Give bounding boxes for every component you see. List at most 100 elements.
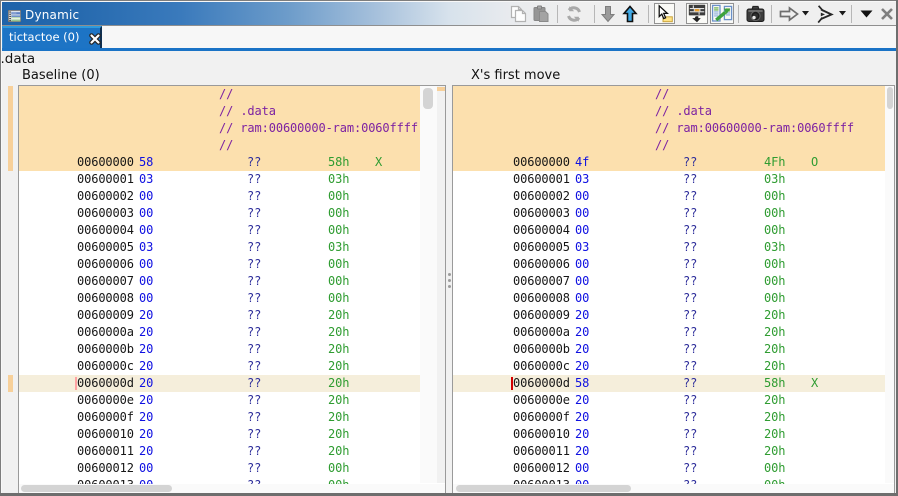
value-field[interactable]: 20h — [328, 443, 349, 460]
listing-row[interactable]: 0060000b20??20h — [19, 341, 420, 358]
address-field[interactable]: 0060000b — [77, 341, 134, 358]
horizontal-scrollbar[interactable] — [19, 484, 445, 493]
listing-row[interactable]: 0060000920??20h — [19, 307, 420, 324]
mnemonic-field[interactable]: ?? — [247, 324, 261, 341]
address-field[interactable]: 00600013 — [513, 477, 570, 484]
vertical-scrollbar-thumb[interactable] — [887, 87, 893, 109]
value-field[interactable]: 03h — [764, 239, 785, 256]
value-field[interactable]: 20h — [764, 324, 785, 341]
address-field[interactable]: 00600013 — [77, 477, 134, 484]
value-field[interactable]: 00h — [328, 290, 349, 307]
mnemonic-field[interactable]: ?? — [247, 154, 261, 171]
address-field[interactable]: 00600004 — [513, 222, 570, 239]
mnemonic-field[interactable]: ?? — [683, 324, 697, 341]
value-field[interactable]: 20h — [328, 358, 349, 375]
mnemonic-field[interactable]: ?? — [683, 409, 697, 426]
byte-field[interactable]: 20 — [575, 392, 589, 409]
mnemonic-field[interactable]: ?? — [683, 154, 697, 171]
mnemonic-field[interactable]: ?? — [683, 460, 697, 477]
value-field[interactable]: 20h — [328, 426, 349, 443]
address-field[interactable]: 00600006 — [513, 256, 570, 273]
value-field[interactable]: 20h — [764, 307, 785, 324]
value-field[interactable]: 20h — [764, 341, 785, 358]
byte-field[interactable]: 00 — [575, 460, 589, 477]
listing-row[interactable]: 0060000b20??20h — [453, 341, 885, 358]
listing-row[interactable]: 0060001020??20h — [453, 426, 885, 443]
listing-comment-line[interactable]: // — [19, 86, 420, 103]
listing-row[interactable]: 0060000920??20h — [453, 307, 885, 324]
mnemonic-field[interactable]: ?? — [683, 256, 697, 273]
address-field[interactable]: 0060000f — [513, 409, 570, 426]
value-field[interactable]: 4Fh — [764, 154, 785, 171]
listing-diff-button[interactable] — [710, 3, 734, 24]
listing-row[interactable]: 0060000f20??20h — [19, 409, 420, 426]
value-field[interactable]: 20h — [764, 358, 785, 375]
byte-field[interactable]: 00 — [139, 256, 153, 273]
byte-field[interactable]: 20 — [139, 341, 153, 358]
value-field[interactable]: 00h — [328, 205, 349, 222]
mnemonic-field[interactable]: ?? — [247, 392, 261, 409]
listing-row[interactable]: 0060000300??00h — [19, 205, 420, 222]
table-navigation-button[interactable] — [686, 3, 708, 24]
listing-row[interactable]: 00600000 4f?? 4Fh O — [453, 154, 885, 171]
address-field[interactable]: 00600000 — [513, 154, 570, 171]
address-field[interactable]: 00600008 — [513, 290, 570, 307]
address-field[interactable]: 00600003 — [513, 205, 570, 222]
close-window-icon[interactable] — [876, 3, 898, 24]
mnemonic-field[interactable]: ?? — [247, 205, 261, 222]
byte-field[interactable]: 20 — [139, 307, 153, 324]
listing-row[interactable]: 0060000103??03h — [453, 171, 885, 188]
byte-field[interactable]: 20 — [139, 375, 153, 392]
address-field[interactable]: 00600011 — [513, 443, 570, 460]
byte-field[interactable]: 20 — [575, 324, 589, 341]
byte-field[interactable]: 4f — [575, 154, 589, 171]
mnemonic-field[interactable]: ?? — [247, 460, 261, 477]
byte-field[interactable]: 58 — [139, 154, 153, 171]
listing-row[interactable]: 0060000f20??20h — [453, 409, 885, 426]
listing-row[interactable]: 0060000800??00h — [19, 290, 420, 307]
listing-row[interactable]: 0060000503??03h — [19, 239, 420, 256]
byte-field[interactable]: 00 — [575, 273, 589, 290]
listing-row[interactable]: 0060000200??00h — [19, 188, 420, 205]
address-field[interactable]: 00600009 — [513, 307, 570, 324]
mnemonic-field[interactable]: ?? — [683, 341, 697, 358]
address-field[interactable]: 0060000c — [77, 358, 134, 375]
listing-row[interactable]: 0060000600??00h — [453, 256, 885, 273]
mnemonic-field[interactable]: ?? — [683, 426, 697, 443]
listing-row[interactable]: 0060000200??00h — [453, 188, 885, 205]
address-field[interactable]: 00600008 — [77, 290, 134, 307]
value-field[interactable]: 00h — [328, 477, 349, 484]
listing-row[interactable]: 0060000400??00h — [19, 222, 420, 239]
value-field[interactable]: 20h — [764, 392, 785, 409]
byte-field[interactable]: 20 — [139, 443, 153, 460]
mnemonic-field[interactable]: ?? — [247, 426, 261, 443]
ascii-field[interactable]: O — [811, 154, 818, 171]
tab-tictactoe[interactable]: tictactoe (0) — [2, 26, 102, 48]
address-field[interactable]: 00600007 — [77, 273, 134, 290]
mnemonic-field[interactable]: ?? — [683, 307, 697, 324]
mnemonic-field[interactable]: ?? — [247, 477, 261, 484]
value-field[interactable]: 00h — [764, 188, 785, 205]
address-field[interactable]: 00600000 — [77, 154, 134, 171]
address-field[interactable]: 0060000a — [513, 324, 570, 341]
listing-row[interactable]: 0060000503??03h — [453, 239, 885, 256]
value-field[interactable]: 03h — [328, 239, 349, 256]
arrow-down-icon[interactable] — [597, 3, 619, 24]
mnemonic-field[interactable]: ?? — [247, 443, 261, 460]
address-field[interactable]: 0060000d — [513, 375, 570, 392]
mnemonic-field[interactable]: ?? — [683, 477, 697, 484]
refresh-icon[interactable] — [563, 3, 585, 24]
byte-field[interactable]: 20 — [139, 358, 153, 375]
address-field[interactable]: 00600006 — [77, 256, 134, 273]
value-field[interactable]: 00h — [764, 477, 785, 484]
mnemonic-field[interactable]: ?? — [247, 256, 261, 273]
value-field[interactable]: 00h — [764, 256, 785, 273]
byte-field[interactable]: 00 — [575, 222, 589, 239]
listing-row[interactable]: 0060000a20??20h — [19, 324, 420, 341]
byte-field[interactable]: 00 — [139, 205, 153, 222]
listing-baseline[interactable]: //// .data// ram:00600000-ram:0060ffff//… — [19, 86, 420, 484]
listing-row[interactable]: 0060001020??20h — [19, 426, 420, 443]
address-field[interactable]: 00600004 — [77, 222, 134, 239]
value-field[interactable]: 20h — [764, 443, 785, 460]
address-field[interactable]: 0060000f — [77, 409, 134, 426]
